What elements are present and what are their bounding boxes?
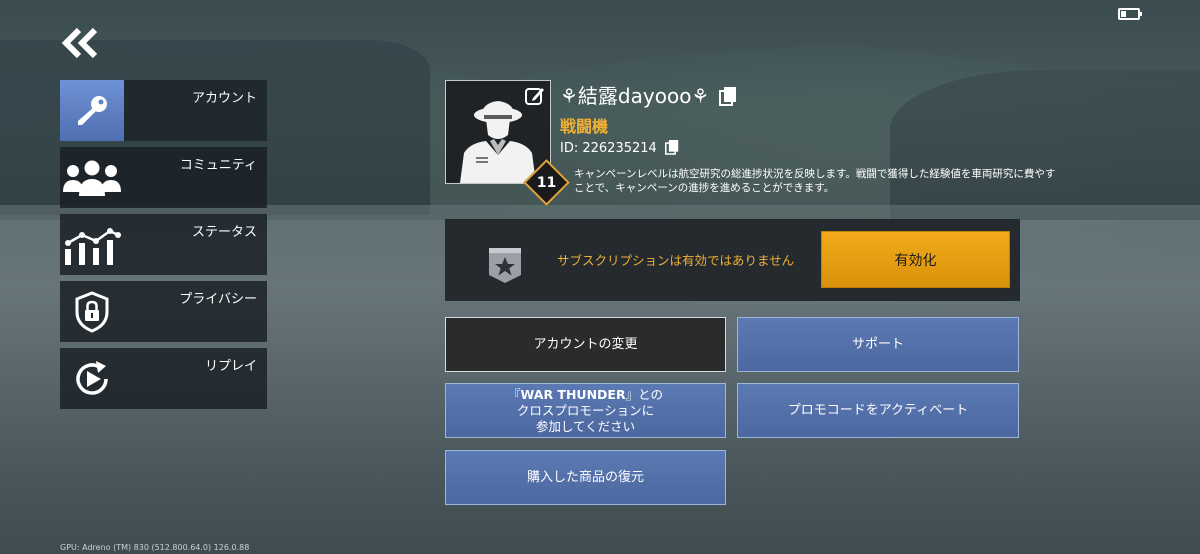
sidebar-item-label: アカウント xyxy=(191,91,257,106)
shield-lock-icon xyxy=(60,281,124,342)
crosspromo-line-2: クロスプロモーションに xyxy=(516,402,655,418)
back-button[interactable] xyxy=(58,26,102,60)
sidebar-item-privacy[interactable]: プライバシー xyxy=(60,281,267,342)
sidebar-item-label: リプレイ xyxy=(204,359,257,374)
people-icon xyxy=(60,147,124,208)
activate-promo-code-button[interactable]: プロモコードをアクティベート xyxy=(737,383,1019,438)
copy-icon[interactable] xyxy=(719,86,737,106)
sidebar-item-community[interactable]: コミュニティ xyxy=(60,147,267,208)
sidebar-item-status[interactable]: ステータス xyxy=(60,214,267,275)
subscription-panel: サブスクリプションは有効ではありません 有効化 xyxy=(445,219,1020,301)
level-number: 11 xyxy=(536,174,557,191)
support-button[interactable]: サポート xyxy=(737,317,1019,372)
gpu-info: GPU: Adreno (TM) 830 (512.800.64.0) 126.… xyxy=(60,543,250,552)
edit-icon[interactable] xyxy=(525,86,545,106)
replay-play-icon xyxy=(60,348,124,409)
rank-title: 戦闘機 xyxy=(560,117,609,136)
crosspromo-line-3: 参加してください xyxy=(535,418,636,434)
key-icon xyxy=(60,80,124,141)
double-chevron-left-icon xyxy=(61,27,98,59)
change-account-button[interactable]: アカウントの変更 xyxy=(445,317,726,372)
sidebar-item-replay[interactable]: リプレイ xyxy=(60,348,267,409)
sidebar: アカウント コミュニティ ステータス プライバシー リプレイ xyxy=(60,80,267,415)
background-hangar-right xyxy=(890,70,1200,220)
player-id-text: ID: 226235214 xyxy=(560,140,657,156)
username: ⚘結露dayooo⚘ xyxy=(560,80,737,109)
sidebar-item-label: ステータス xyxy=(191,225,257,240)
crosspromo-line-1: 『WAR THUNDER』との xyxy=(508,386,663,402)
activate-subscription-button[interactable]: 有効化 xyxy=(821,231,1010,288)
subscription-status: サブスクリプションは有効ではありません xyxy=(557,253,795,268)
username-text: ⚘結露dayooo⚘ xyxy=(560,84,710,108)
sidebar-item-account[interactable]: アカウント xyxy=(60,80,267,141)
battery-low-icon xyxy=(1118,8,1142,20)
player-id: ID: 226235214 xyxy=(560,139,681,157)
restore-purchases-button[interactable]: 購入した商品の復元 xyxy=(445,450,726,505)
stats-chart-icon xyxy=(60,214,124,275)
copy-icon[interactable] xyxy=(664,139,681,157)
war-thunder-crosspromo-button[interactable]: 『WAR THUNDER』との クロスプロモーションに 参加してください xyxy=(445,383,726,438)
sidebar-item-label: コミュニティ xyxy=(179,158,257,173)
rank-star-badge-icon xyxy=(489,248,521,283)
sidebar-item-label: プライバシー xyxy=(179,292,257,307)
level-description: キャンペーンレベルは航空研究の総進捗状況を反映します。戦闘で獲得した経験値を車両… xyxy=(574,168,1056,194)
